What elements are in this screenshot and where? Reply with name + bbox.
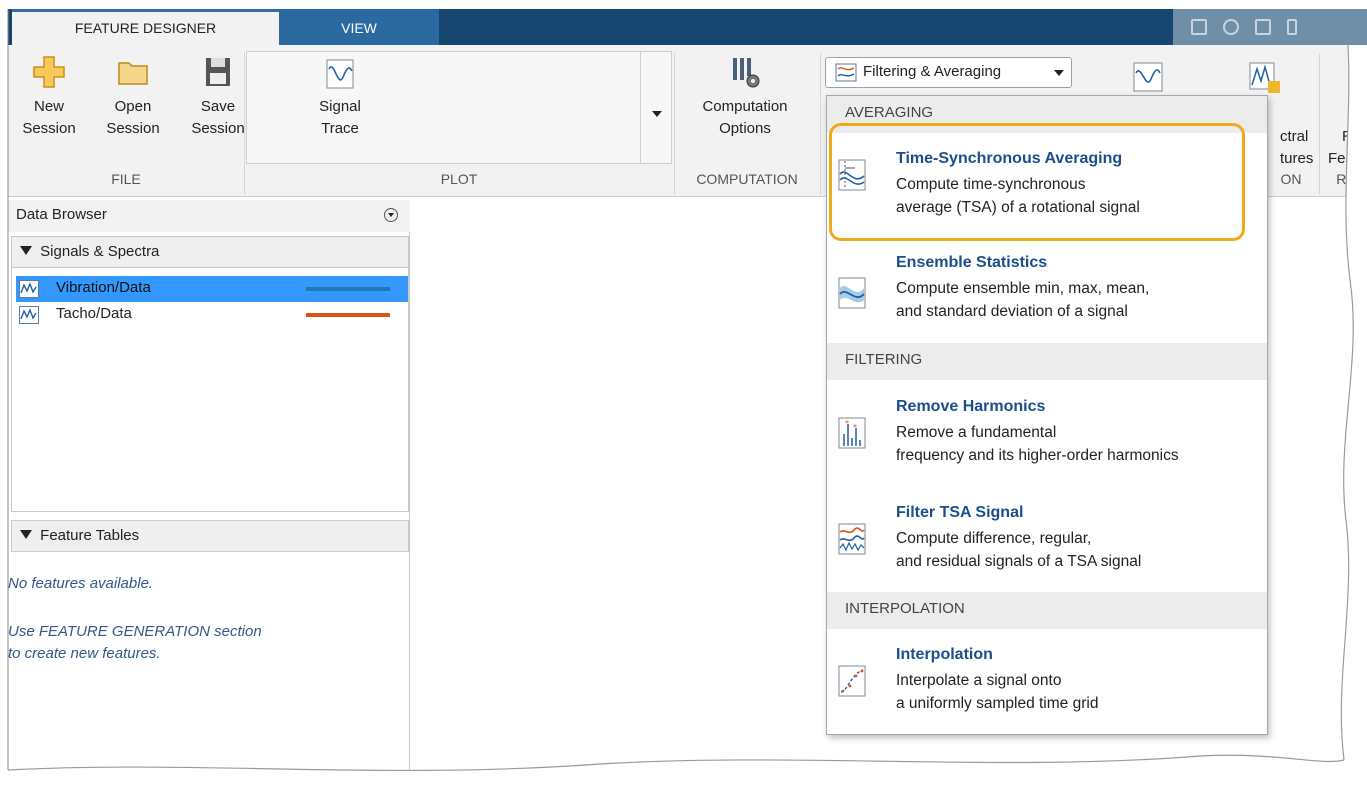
torn-edge-frame <box>0 9 1367 787</box>
app-window: FEATURE DESIGNER VIEW New Session Open S… <box>0 0 1367 787</box>
